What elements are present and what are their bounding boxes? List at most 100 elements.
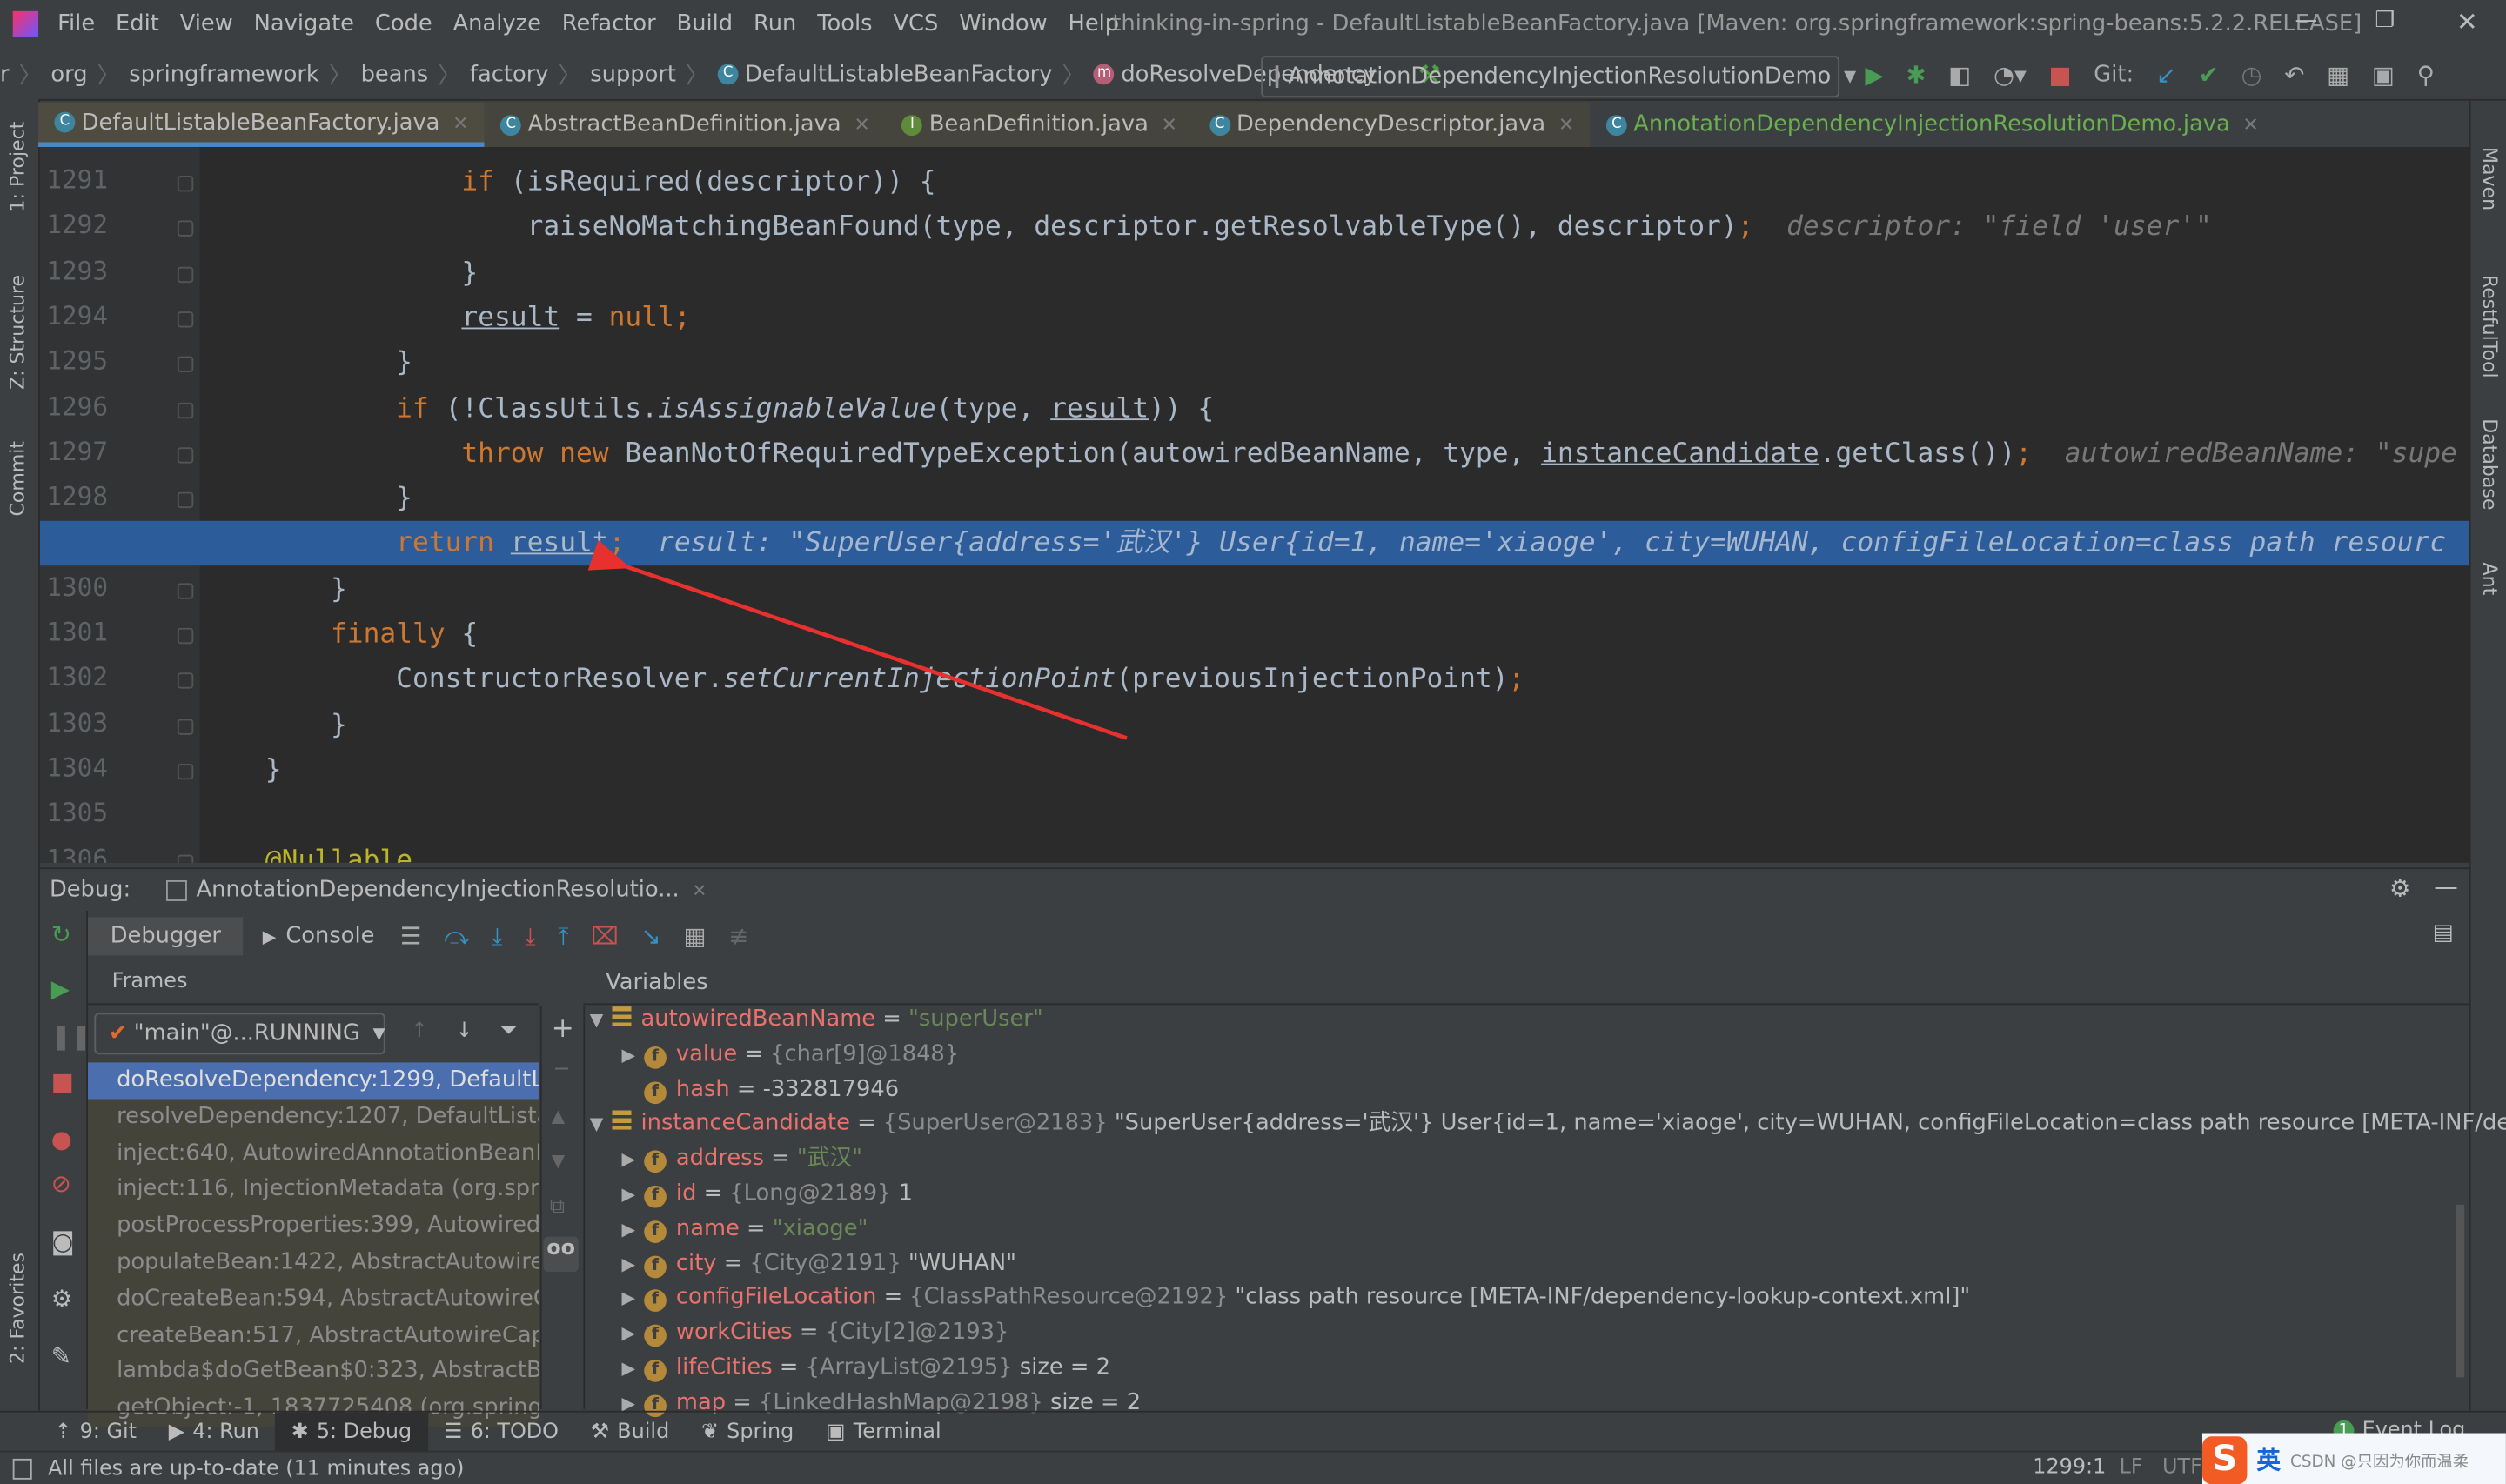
minimize-button[interactable]: — [2295,8,2318,33]
expand-arrow-icon[interactable]: ▶ [621,1143,644,1178]
variable-row[interactable]: ▶ f name = "xiaoge" [621,1211,868,1246]
tool-window-database[interactable]: Database [2479,418,2502,510]
git-update-icon[interactable]: ↙ [2156,61,2176,90]
layout-settings-icon[interactable]: ▤ [2432,920,2453,946]
expand-arrow-icon[interactable]: ▶ [621,1178,644,1213]
show-execution-point-icon[interactable]: ☰ [400,922,422,951]
menu-code[interactable]: Code [375,11,432,37]
close-button[interactable]: ✕ [2456,6,2478,37]
menu-run[interactable]: Run [754,11,796,37]
debug-session-tab[interactable]: AnnotationDependencyInjectionResolutio..… [165,877,707,903]
rollback-icon[interactable]: ↶ [2284,61,2304,90]
expand-arrow-icon[interactable]: ▶ [621,1038,644,1073]
variable-row[interactable]: ▶ f lifeCities = {ArrayList@2195} size = 2 [621,1350,1110,1387]
expand-arrow-icon[interactable]: ▶ [621,1352,644,1387]
move-up-icon[interactable]: ▲ [552,1106,566,1126]
drop-frame-icon[interactable]: ⌧ [591,922,619,951]
tab-annotationdependencyinjectionresolutiondemo[interactable]: C AnnotationDependencyInjectionResolution… [1590,102,2275,147]
file-encoding[interactable]: UTF [2162,1455,2202,1480]
run-configuration-select[interactable]: AnnotationDependencyInjectionResolutionD… [1261,56,1856,98]
line-separator[interactable]: LF [2119,1455,2142,1480]
show-watches-icon[interactable]: oo [543,1236,579,1273]
close-tab-icon[interactable]: ✕ [2242,113,2258,136]
tool-build[interactable]: ⚒ Build [574,1413,685,1453]
rerun-icon[interactable]: ↻ [51,920,71,949]
variable-row[interactable]: f hash = -332817946 [621,1072,899,1106]
variable-row[interactable]: ▶ f configFileLocation = {ClassPathResourc… [621,1280,1970,1315]
run-to-cursor-icon[interactable]: ↘ [641,922,661,951]
tab-abstractbeandefinition[interactable]: C AbstractBeanDefinition.java ✕ [485,102,887,147]
settings-gear-icon[interactable]: ⚙ [2389,874,2411,903]
toggle-tool-windows-icon[interactable] [12,1458,32,1480]
breadcrumb-item[interactable]: org [50,62,87,87]
view-breakpoints-icon[interactable]: ● [51,1125,72,1153]
code-editor[interactable]: 1291129212931294129512961297129812991300… [39,146,2469,863]
menu-edit[interactable]: Edit [116,11,159,37]
breadcrumb-item[interactable]: DefaultListableBeanFactory [745,62,1052,87]
breadcrumb-item[interactable]: springframework [129,62,319,87]
settings-icon[interactable]: ⚙ [51,1285,73,1314]
collapse-arrow-icon[interactable]: ▼ [590,1108,613,1143]
run-icon[interactable]: ▶ [1865,61,1883,90]
tab-beandefinition[interactable]: I BeanDefinition.java ✕ [886,102,1194,147]
variable-row[interactable]: ▶ f address = "武汉" [621,1141,862,1176]
hide-panel-icon[interactable]: — [2434,872,2458,901]
pause-icon[interactable]: ❚❚ [51,1022,91,1051]
menu-view[interactable]: View [180,11,233,37]
stack-frame[interactable]: postProcessProperties:399, AutowiredAnno… [88,1207,539,1246]
menu-analyze[interactable]: Analyze [453,11,541,37]
previous-frame-icon[interactable]: ↑ [411,1019,428,1044]
collapse-arrow-icon[interactable]: ▼ [590,1003,613,1038]
tab-debugger[interactable]: Debugger [88,917,244,956]
variable-row[interactable]: ▶ f city = {City@2191} "WUHAN" [621,1246,1016,1280]
git-commit-icon[interactable]: ✔ [2199,61,2219,90]
breadcrumb-item[interactable]: r [0,62,10,87]
step-out-icon[interactable]: ⤒ [558,922,568,951]
run-anything-icon[interactable]: ▣ [2372,61,2395,90]
variable-row[interactable]: ▶ f value = {char[9]@1848} [621,1037,959,1072]
menu-help[interactable]: Help [1068,11,1119,37]
menu-tools[interactable]: Tools [817,11,872,37]
stack-frame[interactable]: resolveDependency:1207, DefaultListableB… [88,1099,539,1136]
stack-frame[interactable]: inject:116, InjectionMetadata (org.sprin… [88,1172,539,1209]
stack-frame[interactable]: doCreateBean:594, AbstractAutowireCapabl… [88,1280,539,1318]
expand-arrow-icon[interactable]: ▶ [621,1213,644,1247]
tool-window-maven[interactable]: Maven [2479,147,2502,211]
breadcrumb-item[interactable]: beans [361,62,429,87]
close-tab-icon[interactable]: ✕ [1558,113,1574,136]
tool-todo[interactable]: ☰ 6: TODO [428,1413,575,1453]
trace-stream-icon[interactable]: ≢ [728,922,748,951]
force-step-into-icon[interactable]: ⤓ [525,922,535,951]
tool-window-commit[interactable]: Commit [6,441,29,517]
tool-run[interactable]: ▶ 4: Run [152,1413,275,1453]
stack-frame[interactable]: lambda$doGetBean$0:323, AbstractBeanFact… [88,1354,539,1391]
stack-frame[interactable]: doResolveDependency:1299, DefaultListabl… [88,1062,539,1100]
add-watch-icon[interactable]: + [552,1013,574,1045]
menu-refactor[interactable]: Refactor [562,11,656,37]
thread-select[interactable]: ✔ "main"@...RUNNING ▼ [94,1013,385,1055]
close-tab-icon[interactable]: ✕ [452,111,468,134]
stop-icon[interactable]: ■ [2049,61,2072,90]
remove-watch-icon[interactable]: − [553,1058,570,1082]
stop-icon[interactable]: ■ [51,1067,74,1096]
ime-toolbar[interactable]: S 英 CSDN @只因为你而温柔 [2201,1433,2506,1484]
search-icon[interactable]: ⚲ [2417,61,2435,90]
variable-row[interactable]: ▼ instanceCandidate = {SuperUser@2183} "S… [590,1106,2506,1141]
tab-dependencydescriptor[interactable]: C DependencyDescriptor.java ✕ [1193,102,1591,147]
profile-icon[interactable]: ◔▾ [1993,61,2027,90]
expand-arrow-icon[interactable]: ▶ [621,1317,644,1352]
tool-window-1-project[interactable]: 1: Project [6,122,29,212]
coverage-icon[interactable]: ◧ [1948,61,1971,90]
move-down-icon[interactable]: ▼ [552,1150,566,1171]
tool-debug[interactable]: ✱ 5: Debug [275,1412,428,1453]
menu-window[interactable]: Window [959,11,1047,37]
close-tab-icon[interactable]: ✕ [1162,113,1177,136]
close-tab-icon[interactable]: ✕ [854,113,869,136]
resume-icon[interactable]: ▶ [51,974,70,1003]
menu-file[interactable]: File [57,11,95,37]
tool-spring[interactable]: ❦ Spring [686,1413,810,1453]
variable-row[interactable]: ▼ autowiredBeanName = "superUser" [590,1002,1043,1037]
mute-breakpoints-icon[interactable]: ⊘ [51,1169,71,1198]
copy-icon[interactable]: ⧉ [550,1195,565,1220]
menu-build[interactable]: Build [677,11,734,37]
